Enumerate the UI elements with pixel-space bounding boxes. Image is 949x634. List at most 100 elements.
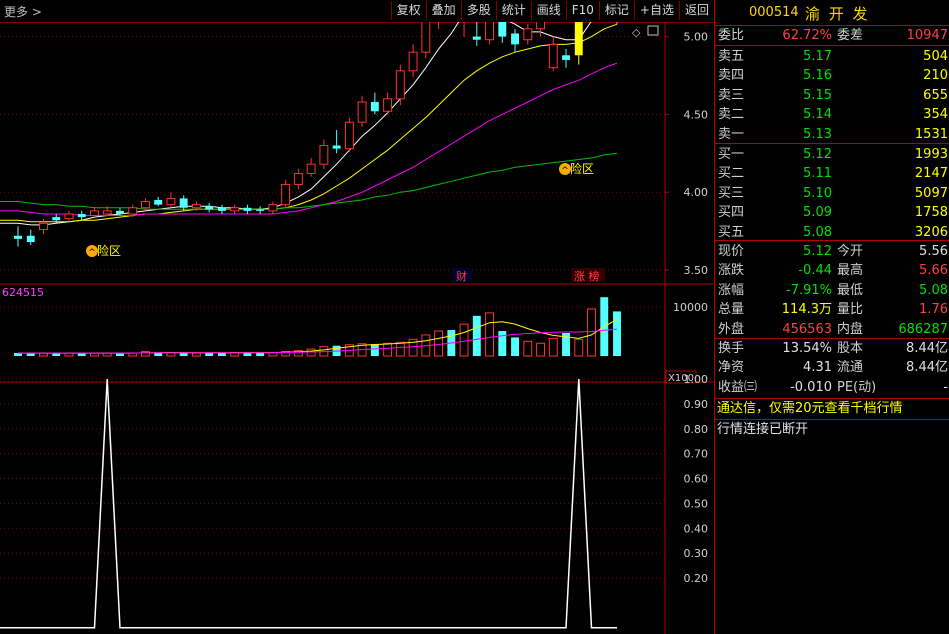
candle-body xyxy=(523,28,533,41)
volume-bar xyxy=(613,311,621,356)
ad-banner[interactable]: 通达信，仅需20元查看千档行情 xyxy=(717,399,949,419)
candle-body xyxy=(319,145,329,165)
volume-bar xyxy=(587,308,596,357)
indicator-tick-label: 0.30 xyxy=(684,547,709,560)
cai-marker: 财 xyxy=(456,269,467,283)
overlay-button[interactable]: 叠加 xyxy=(425,1,461,20)
price-tick-label: 4.50 xyxy=(684,108,709,121)
diff-label: 委差 xyxy=(837,28,864,43)
quote-row: 总量 114.3万 量比 1.76 xyxy=(715,300,949,319)
ask-price: 5.13 xyxy=(803,126,832,142)
ask-label: 卖四 xyxy=(718,68,745,84)
volume-bar xyxy=(472,315,481,356)
quote-label: 现价 xyxy=(718,244,745,259)
stats-value: 8.44亿 xyxy=(906,341,948,356)
volume-bar xyxy=(523,340,533,357)
add-favorite-button[interactable]: +自选 xyxy=(633,1,679,20)
draw-line-button[interactable]: 画线 xyxy=(530,1,566,20)
multi-stock-button[interactable]: 多股 xyxy=(460,1,496,20)
candle-body xyxy=(77,213,86,218)
risk-zone-icon: ^ xyxy=(561,166,569,176)
candle-body xyxy=(52,217,61,221)
stats-label: 收益㈢ xyxy=(718,379,758,395)
volume-bar xyxy=(395,341,405,357)
quote-row: 外盘 456563 内盘 686287 xyxy=(715,320,949,339)
quote-label: 最高 xyxy=(837,263,864,279)
bid-price: 5.09 xyxy=(803,205,832,221)
stats-row: 收益㈢ -0.010 PE(动) - xyxy=(715,378,949,397)
indicator-tick-label: 0.60 xyxy=(684,473,709,486)
ask-volume: 655 xyxy=(923,87,948,103)
quote-label: 总量 xyxy=(718,302,745,318)
zhangbang-marker: 涨 榜 xyxy=(574,269,600,283)
quote-value: 5.12 xyxy=(803,244,832,259)
quote-value: 686287 xyxy=(898,321,948,337)
volume-bar xyxy=(179,353,188,356)
stats-row: 换手 13.54% 股本 8.44亿 xyxy=(715,339,949,358)
bid-row: 买二 5.11 2147 xyxy=(715,164,949,183)
fuquan-button[interactable]: 复权 xyxy=(390,1,426,20)
candle-body xyxy=(217,207,226,211)
bid-label: 买三 xyxy=(718,185,745,201)
bid-volume: 3206 xyxy=(914,224,948,240)
ask-row: 卖四 5.16 210 xyxy=(715,66,949,85)
bid-row: 买四 5.09 1758 xyxy=(715,203,949,222)
divider xyxy=(715,143,949,144)
bid-price: 5.11 xyxy=(803,166,832,182)
candle-body xyxy=(90,210,99,217)
toolbar: 更多 > 复权 叠加 多股 统计 画线 F10 标记 +自选 返回 xyxy=(0,0,714,23)
ask-price: 5.17 xyxy=(803,49,832,64)
candle-body xyxy=(383,98,393,112)
statistics-button[interactable]: 统计 xyxy=(495,1,531,20)
candle-body xyxy=(116,210,124,214)
candle-body xyxy=(166,197,176,206)
stats-value: 4.31 xyxy=(803,360,832,376)
ask-volume: 1531 xyxy=(914,126,948,142)
back-button[interactable]: 返回 xyxy=(678,1,714,20)
diamond-icon: ◇ xyxy=(632,26,641,39)
candle-body xyxy=(485,22,495,41)
ask-row: 卖二 5.14 354 xyxy=(715,105,949,124)
risk-zone-label: 险区 xyxy=(97,243,121,258)
connection-status: 行情连接已断开 xyxy=(717,422,809,437)
bid-label: 买一 xyxy=(718,147,745,162)
volume-bar xyxy=(459,323,469,357)
candle-body xyxy=(548,43,558,69)
bid-price: 5.10 xyxy=(803,185,832,201)
candle-body xyxy=(421,22,431,53)
candle-body xyxy=(293,173,303,185)
ask-price: 5.15 xyxy=(803,87,832,103)
diff-value: 10947 xyxy=(906,28,948,43)
f10-button[interactable]: F10 xyxy=(565,1,599,20)
candle-body xyxy=(357,101,367,123)
chart-area[interactable]: 6.005.505.004.504.003.506.42^险区^险区财涨 榜◇6… xyxy=(0,22,714,634)
quote-label: 最低 xyxy=(837,282,864,298)
candle-body xyxy=(14,235,22,239)
volume-bar xyxy=(498,331,507,356)
stats-label: 换手 xyxy=(718,341,745,356)
volume-tick-label: 10000 xyxy=(673,301,708,314)
stats-label: PE(动) xyxy=(837,379,877,395)
mark-button[interactable]: 标记 xyxy=(598,1,634,20)
ratio-label: 委比 xyxy=(718,28,745,43)
stats-label: 流通 xyxy=(837,360,864,376)
bid-price: 5.12 xyxy=(803,147,832,162)
candle-body xyxy=(243,207,252,211)
quote-value: 114.3万 xyxy=(781,302,832,318)
candle-body xyxy=(102,210,112,215)
risk-zone-icon: ^ xyxy=(88,248,96,258)
candle-body xyxy=(370,101,379,112)
divider xyxy=(715,45,949,46)
more-menu[interactable]: 更多 > xyxy=(4,3,42,20)
price-tick-label: 4.00 xyxy=(684,186,709,199)
indicator-tick-label: 0.70 xyxy=(684,448,709,461)
volume-bar xyxy=(485,312,495,357)
ratio-value: 62.72% xyxy=(782,28,832,43)
ask-price: 5.16 xyxy=(803,68,832,84)
panel-toggle-icon xyxy=(647,25,659,36)
stats-value: -0.010 xyxy=(790,379,832,395)
ask-volume: 210 xyxy=(923,68,948,84)
volume-bar xyxy=(140,351,150,357)
bid-row: 买一 5.12 1993 xyxy=(715,145,949,164)
stats-label: 净资 xyxy=(718,360,745,376)
